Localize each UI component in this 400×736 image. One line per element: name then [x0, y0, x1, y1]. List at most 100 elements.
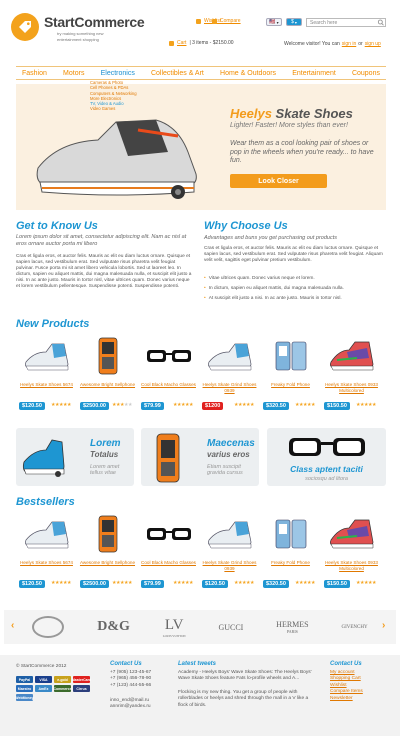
compare-link[interactable]: Compare	[212, 18, 241, 24]
brand-logo-heelys[interactable]	[32, 616, 65, 638]
product-name-link[interactable]: Freaky Fold Phone	[260, 382, 321, 388]
price-badge: $79.99	[141, 580, 164, 588]
promo-card-3[interactable]: Class aptent taciti sociosqu ad litora	[267, 428, 386, 486]
search-icon[interactable]	[377, 19, 385, 26]
brand-name[interactable]: StartCommerce	[44, 14, 145, 30]
star-icon: ★	[310, 402, 315, 408]
promo-card-1[interactable]: Lorem Totalus Lorem amet tellus vitae	[16, 428, 134, 486]
product-card[interactable]: Heelys Skate Grind Shoes 0939 $1200 ★★★★★	[199, 334, 260, 416]
language-select[interactable]: 🇺🇸 ▾	[266, 18, 282, 26]
nav-item-fashion[interactable]: Fashion	[22, 70, 47, 77]
rating-stars[interactable]: ★★★★★	[356, 402, 376, 408]
nav-item-motors[interactable]: Motors	[63, 70, 84, 77]
nav-item-entertainment[interactable]: Entertainment	[292, 70, 336, 77]
nav-item-electronics[interactable]: Electronics	[101, 70, 135, 77]
rating-stars[interactable]: ★★★★★	[356, 580, 376, 586]
product-card[interactable]: Heelys Skate Shoes 5674 $120.50 ★★★★★	[16, 334, 77, 416]
product-image[interactable]	[205, 336, 255, 376]
footer-link[interactable]: Compare Items	[330, 689, 363, 695]
product-name-link[interactable]: Awesome Bright Sellphone	[77, 382, 138, 388]
rating-stars[interactable]: ★★★★★	[173, 402, 193, 408]
list-item: • In dictum, sapien eu aliquet mattis, du…	[204, 286, 344, 291]
product-image[interactable]	[83, 336, 133, 376]
product-image[interactable]	[83, 514, 133, 554]
nav-item-home[interactable]: Home & Outdoors	[220, 70, 276, 77]
product-image[interactable]	[327, 336, 377, 376]
product-image[interactable]	[144, 514, 194, 554]
footer-tweets-title: Latest tweets	[178, 661, 217, 667]
rating-stars[interactable]: ★★★★★	[295, 402, 315, 408]
footer-link[interactable]: Shopping Cart	[330, 676, 363, 682]
rating-stars[interactable]: ★★★★★	[295, 580, 315, 586]
egold-card-icon: e-gold	[54, 676, 71, 683]
product-name-link[interactable]: Cool Black Macho Glasses	[138, 382, 199, 388]
product-name-link[interactable]: Heelys Skate Shoes 5674	[16, 560, 77, 566]
promo-phone-image	[156, 433, 180, 483]
price-badge: $79.99	[141, 402, 164, 410]
product-card[interactable]: Heelys Skate Shoes 5674 $120.50 ★★★★★	[16, 512, 77, 594]
brand-logo-gucci[interactable]: GUCCI	[218, 623, 243, 632]
product-name-link[interactable]: Awesome Bright Sellphone	[77, 560, 138, 566]
nav-item-collectibles[interactable]: Collectibles & Art	[151, 70, 204, 77]
product-image[interactable]	[327, 514, 377, 554]
product-card[interactable]: Freaky Fold Phone $320.50 ★★★★★	[260, 512, 321, 594]
carousel-prev-icon[interactable]: ‹	[11, 620, 14, 631]
product-name-link[interactable]: Cool Black Macho Glasses	[138, 560, 199, 566]
brand-logo-dg[interactable]: D&G	[97, 619, 130, 635]
price-badge: $320.50	[263, 402, 289, 410]
nav-item-coupons[interactable]: Coupons	[352, 70, 380, 77]
product-card[interactable]: Heelys Skate Shoes 0933 Multicolored $150…	[321, 334, 382, 416]
carousel-next-icon[interactable]: ›	[382, 620, 385, 631]
sign-up-link[interactable]: sign up	[365, 41, 381, 47]
product-card[interactable]: Freaky Fold Phone $320.50 ★★★★★	[260, 334, 321, 416]
product-card[interactable]: Heelys Skate Shoes 0933 Multicolored $150…	[321, 512, 382, 594]
promo-card-2[interactable]: Maecenas varius eros Etiam suscipit grav…	[141, 428, 259, 486]
product-name-link[interactable]: Heelys Skate Shoes 0933 Multicolored	[321, 560, 382, 571]
logo[interactable]	[11, 13, 39, 41]
product-name-link[interactable]: Heelys Skate Grind Shoes 0939	[199, 382, 260, 393]
payment-cards: PayPal VISA e-gold MasterCard Maestro Am…	[15, 676, 102, 701]
hero-subtitle: Lighter! Faster! More styles than ever!	[230, 122, 348, 129]
amex-card-icon: AmEx	[35, 685, 52, 692]
brand-logo-lv[interactable]: LV LOUIS VUITTON	[163, 617, 186, 638]
product-image[interactable]	[266, 514, 316, 554]
rating-stars[interactable]: ★★★★★	[234, 402, 254, 408]
hero-title: Heelys Skate Shoes	[230, 106, 353, 121]
footer-link[interactable]: Newsletter	[330, 696, 363, 702]
product-name-link[interactable]: Heelys Skate Shoes 0933 Multicolored	[321, 382, 382, 393]
rating-stars[interactable]: ★★★★★	[112, 402, 132, 408]
brands-carousel: D&G LV LOUIS VUITTON GUCCI HERMES PARIS GI…	[4, 610, 396, 644]
look-closer-button[interactable]: Look Closer	[230, 174, 327, 188]
price-badge: $1200	[202, 402, 224, 410]
currency-select[interactable]: $ ▾	[286, 18, 302, 26]
product-card[interactable]: Heelys Skate Grind Shoes 0939 $120.50 ★★★★…	[199, 512, 260, 594]
product-image[interactable]	[22, 336, 72, 376]
cart-link[interactable]: Cart | 3 items - $2150.00	[169, 40, 234, 46]
product-card[interactable]: Awesome Bright Sellphone $2500.00 ★★★★★	[77, 334, 138, 416]
product-name-link[interactable]: Heelys Skate Shoes 5674	[16, 382, 77, 388]
product-image[interactable]	[22, 514, 72, 554]
product-image[interactable]	[205, 514, 255, 554]
rating-stars[interactable]: ★★★★★	[234, 580, 254, 586]
rating-stars[interactable]: ★★★★★	[173, 580, 193, 586]
product-card[interactable]: Cool Black Macho Glasses $79.99 ★★★★★	[138, 334, 199, 416]
product-image[interactable]	[266, 336, 316, 376]
product-card[interactable]: Awesome Bright Sellphone $2500.00 ★★★★★	[77, 512, 138, 594]
rating-stars[interactable]: ★★★★★	[51, 580, 71, 586]
product-name-link[interactable]: Heelys Skate Grind Shoes 0939	[199, 560, 260, 571]
star-icon: ★	[249, 580, 254, 586]
brand-logo-givenchy[interactable]: GIVENCHY	[341, 625, 367, 630]
promo-glasses-image	[289, 438, 365, 456]
rating-stars[interactable]: ★★★★★	[51, 402, 71, 408]
about-title: Get to Know Us	[16, 220, 98, 232]
search-input[interactable]: Search here	[306, 18, 386, 27]
star-icon: ★	[310, 580, 315, 586]
sign-in-link[interactable]: sign in	[342, 41, 356, 47]
dropdown-item[interactable]: Video Games	[90, 106, 150, 111]
brand-logo-hermes[interactable]: HERMES PARIS	[276, 620, 308, 634]
product-name-link[interactable]: Freaky Fold Phone	[260, 560, 321, 566]
bullet-icon: •	[204, 276, 206, 281]
product-card[interactable]: Cool Black Macho Glasses $79.99 ★★★★★	[138, 512, 199, 594]
rating-stars[interactable]: ★★★★★	[112, 580, 132, 586]
product-image[interactable]	[144, 336, 194, 376]
